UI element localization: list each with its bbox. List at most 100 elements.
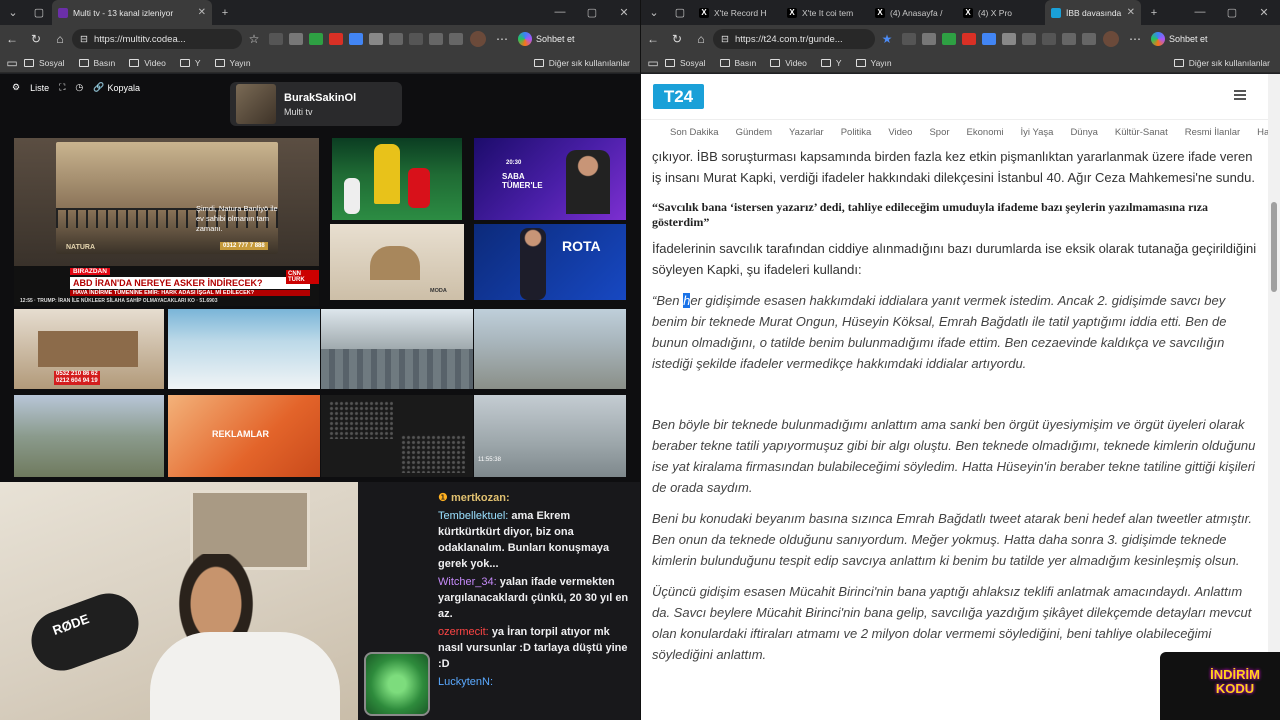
profile-avatar[interactable] [470,31,486,47]
bookmark-folder[interactable]: Y [179,58,201,68]
extension-icon[interactable] [922,33,936,45]
settings-gear-icon[interactable]: ⚙ [12,82,20,93]
tab-multi-tv[interactable]: Multi tv - 13 kanal izleniyor ✕ [52,0,212,25]
site-info-icon[interactable]: ⊟ [721,34,729,45]
favorite-star-icon[interactable]: ★ [875,32,899,46]
bookmark-folder[interactable]: Basın [78,58,115,68]
list-button[interactable]: Liste [30,83,49,93]
nav-item-son-dakika[interactable]: Son Dakika [670,127,719,138]
tab-t24-article[interactable]: İBB davasında ✕ [1045,0,1141,25]
chat-user[interactable]: LuckytenN: [438,676,493,688]
bookmark-folder[interactable]: Basın [719,58,756,68]
copilot-button[interactable]: Sohbet et [518,32,575,46]
t24-logo[interactable]: T24 [653,84,704,109]
bookmark-folder[interactable]: Y [820,58,842,68]
extension-icon[interactable] [349,33,363,45]
nav-item-resmi-ilanlar[interactable]: Resmi İlanlar [1185,127,1240,138]
stream-tile-sky-grid[interactable] [168,309,320,389]
stream-tile-natura[interactable]: Şimdi, Natura Banliyö ile ev sahibi olma… [14,138,319,306]
back-arrow-icon[interactable]: ← [641,32,665,46]
extension-icon[interactable] [289,33,303,45]
nav-item-video[interactable]: Video [888,127,912,138]
workspaces-icon[interactable]: ▢ [26,0,52,25]
maximize-icon[interactable]: ▢ [1216,6,1248,19]
bookmark-folder[interactable]: Yayın [214,58,251,68]
extension-icon[interactable] [982,33,996,45]
tab-x-3[interactable]: X (4) Anasayfa / [869,0,957,25]
nav-item-iyi-yasa[interactable]: İyi Yaşa [1021,127,1054,138]
extensions-puzzle-icon[interactable] [449,33,463,45]
bookmark-folder[interactable]: Sosyal [665,58,706,68]
nav-item-ekonomi[interactable]: Ekonomi [967,127,1004,138]
stream-tile-clouds[interactable]: 11:55:38 [474,395,626,477]
stream-tile-radar[interactable] [321,395,473,477]
reload-icon[interactable]: ↻ [24,32,48,46]
minimize-icon[interactable]: — [1184,6,1216,19]
tab-actions-icon[interactable]: ▭ [641,56,665,70]
timer-icon[interactable]: ◷ [75,82,83,93]
chat-user[interactable]: ozermecit: [438,626,489,638]
nav-item-dunya[interactable]: Dünya [1070,127,1097,138]
close-window-icon[interactable]: ✕ [608,6,640,19]
favorites-icon[interactable] [1042,33,1056,45]
tab-menu-chevron-icon[interactable]: ⌄ [0,0,26,25]
stream-tile-rota[interactable]: ROTA [474,224,626,300]
nav-item-gundem[interactable]: Gündem [736,127,772,138]
more-menu-icon[interactable]: ⋯ [1123,32,1147,46]
stream-tile-football[interactable] [332,138,462,220]
site-info-icon[interactable]: ⊟ [80,34,88,45]
extension-icon[interactable] [902,33,916,45]
nav-item-politika[interactable]: Politika [841,127,872,138]
favorites-icon[interactable] [409,33,423,45]
extension-icon[interactable] [309,33,323,45]
split-screen-icon[interactable] [1022,33,1036,45]
other-favorites[interactable]: Diğer sık kullanılanlar [533,58,630,68]
chat-user[interactable]: Tembellektuel: [438,510,508,522]
workspaces-icon[interactable]: ▢ [667,0,693,25]
nav-item-kultur-sanat[interactable]: Kültür-Sanat [1115,127,1168,138]
url-field[interactable]: ⊟ https://multitv.codea... [72,29,242,49]
favorite-star-icon[interactable]: ☆ [242,32,266,46]
hamburger-menu-icon[interactable] [1234,90,1246,100]
copy-button[interactable]: 🔗 Kopyala [93,82,150,93]
bookmark-folder[interactable]: Sosyal [24,58,65,68]
profile-avatar[interactable] [1103,31,1119,47]
tab-x-2[interactable]: X X'te It coi tem [781,0,869,25]
bookmark-folder[interactable]: Video [770,58,807,68]
chat-user[interactable]: Witcher_34: [438,576,497,588]
fullscreen-icon[interactable]: ⛶ [59,82,65,93]
new-tab-icon[interactable]: + [1141,0,1167,25]
extension-icon[interactable] [269,33,283,45]
stream-tile-landscape[interactable] [14,395,164,477]
url-field[interactable]: ⊟ https://t24.com.tr/gunde... [713,29,875,49]
extension-icon[interactable] [942,33,956,45]
other-favorites[interactable]: Diğer sık kullanılanlar [1173,58,1270,68]
close-window-icon[interactable]: ✕ [1248,6,1280,19]
tab-actions-icon[interactable]: ▭ [0,56,24,70]
extension-icon[interactable] [329,33,343,45]
extension-icon[interactable] [1002,33,1016,45]
scrollbar-thumb[interactable] [1271,202,1277,292]
more-menu-icon[interactable]: ⋯ [490,32,514,46]
split-screen-icon[interactable] [389,33,403,45]
nav-item-spor[interactable]: Spor [929,127,949,138]
tab-x-1[interactable]: X X'te Record H [693,0,781,25]
maximize-icon[interactable]: ▢ [576,6,608,19]
channel-card[interactable]: BurakSakinOl Multi tv [230,82,402,126]
minimize-icon[interactable]: — [544,6,576,19]
extensions-puzzle-icon[interactable] [1082,33,1096,45]
stream-tile-city[interactable] [321,309,473,389]
close-tab-icon[interactable]: ✕ [193,7,206,18]
stream-tile-sea-city[interactable] [474,309,626,389]
back-arrow-icon[interactable]: ← [0,32,24,46]
stream-tile-moda[interactable]: MODA [330,224,464,300]
close-tab-icon[interactable]: ✕ [1122,7,1135,18]
home-icon[interactable]: ⌂ [48,32,72,46]
bookmark-folder[interactable]: Yayın [855,58,892,68]
stream-tile-ads[interactable]: REKLAMLAR [168,395,320,477]
copilot-button[interactable]: Sohbet et [1151,32,1208,46]
extension-icon[interactable] [962,33,976,45]
tab-x-4[interactable]: X (4) X Pro [957,0,1045,25]
extension-icon[interactable] [369,33,383,45]
stream-tile-saba-tumer[interactable]: 20:30 SABA TÜMER'LE [474,138,626,220]
